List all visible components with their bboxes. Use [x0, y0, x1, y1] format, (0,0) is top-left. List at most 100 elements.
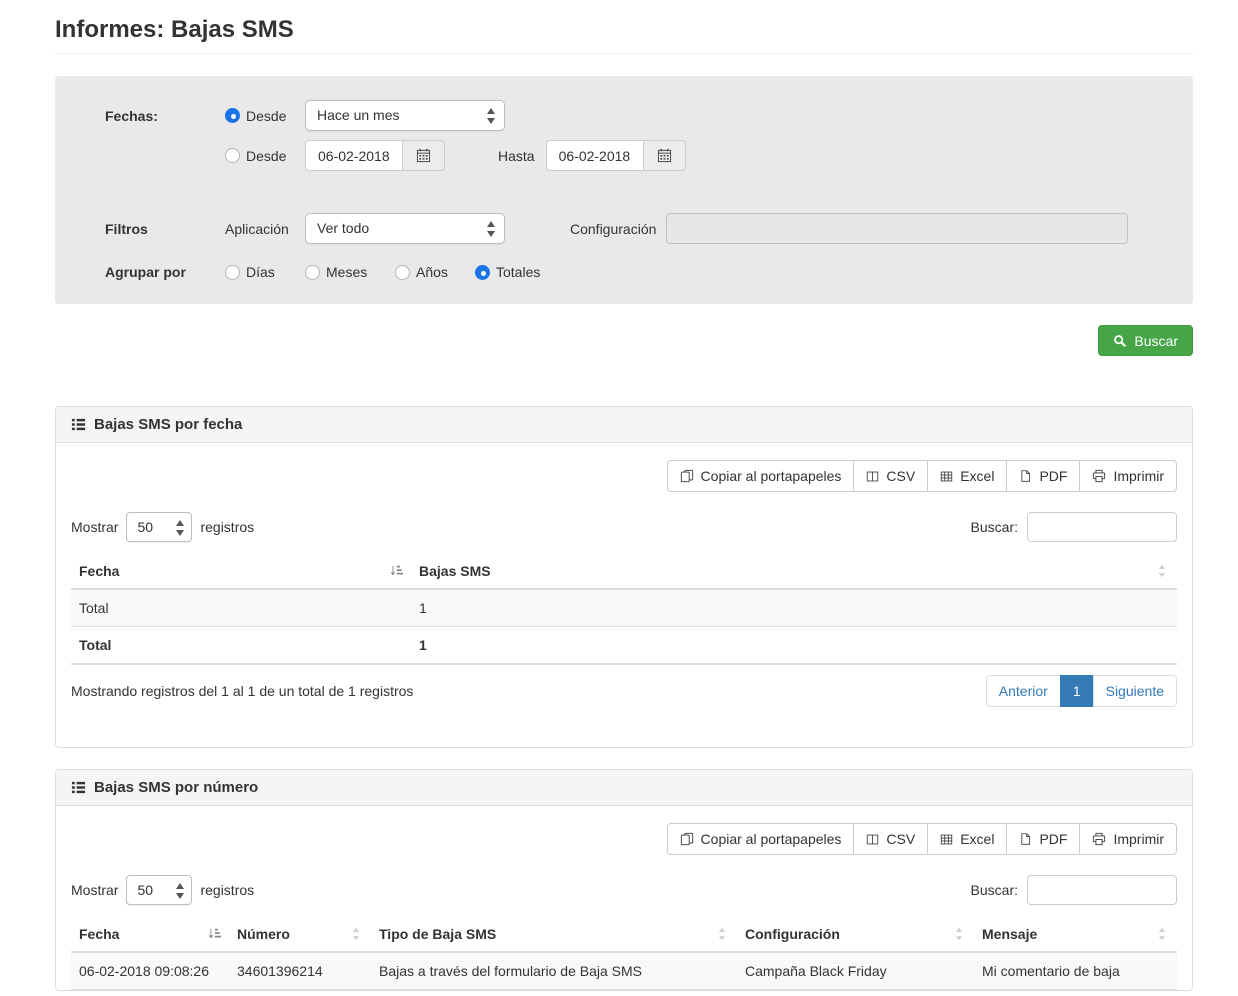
radio-totales-label: Totales	[496, 264, 540, 280]
date-from-calendar-button[interactable]	[402, 140, 445, 171]
sort-asc-icon	[207, 927, 221, 941]
sort-both-icon	[1155, 927, 1169, 941]
select-stepper-icon	[487, 221, 496, 237]
hasta-label: Hasta	[498, 148, 535, 164]
list-icon	[71, 780, 86, 795]
pagination-page-1-button[interactable]: 1	[1060, 675, 1094, 707]
excel-icon	[940, 833, 953, 846]
table-row[interactable]: Total 1	[71, 589, 1177, 627]
date-preset-select[interactable]: Hace un mes	[305, 100, 505, 131]
dates-label: Fechas:	[105, 108, 225, 124]
radio-meses[interactable]: Meses	[305, 264, 395, 280]
sort-both-icon	[349, 927, 363, 941]
dates-preset-row: Fechas: Desde Hace un mes	[75, 100, 1173, 131]
panel-bajas-por-numero: Bajas SMS por número Copiar al portapape…	[55, 769, 1193, 991]
page-title: Informes: Bajas SMS	[55, 0, 1193, 54]
panel-numero-heading: Bajas SMS por número	[56, 770, 1192, 806]
radio-icon[interactable]	[225, 265, 240, 280]
column-header-fecha[interactable]: Fecha	[71, 917, 229, 952]
date-to-input[interactable]	[546, 140, 643, 171]
filters-panel: Fechas: Desde Hace un mes Desde	[55, 76, 1193, 304]
copy-icon	[680, 832, 694, 846]
date-from-input[interactable]	[305, 140, 402, 171]
print-button[interactable]: Imprimir	[1079, 823, 1177, 855]
radio-totales[interactable]: Totales	[475, 264, 555, 280]
search-icon	[1113, 334, 1127, 348]
column-header-fecha[interactable]: Fecha	[71, 554, 411, 589]
date-to-calendar-button[interactable]	[643, 140, 686, 171]
aplicacion-select[interactable]: Ver todo	[305, 213, 505, 244]
print-button[interactable]: Imprimir	[1079, 460, 1177, 492]
pagination: Anterior 1 Siguiente	[986, 675, 1177, 707]
page-length-select[interactable]: 50	[126, 875, 192, 905]
mostrar-label: Mostrar	[71, 882, 118, 898]
dates-range-row: Desde Hasta	[75, 140, 1173, 171]
table-search-input[interactable]	[1027, 512, 1177, 542]
buscar-button[interactable]: Buscar	[1098, 325, 1193, 356]
buscar-button-label: Buscar	[1134, 333, 1178, 349]
calendar-icon	[657, 148, 672, 163]
copy-icon	[680, 469, 694, 483]
search-action-row: Buscar	[55, 325, 1193, 356]
table-search-control: Buscar:	[971, 875, 1177, 905]
column-header-configuracion[interactable]: Configuración	[737, 917, 974, 952]
select-stepper-icon	[176, 520, 185, 536]
column-header-mensaje[interactable]: Mensaje	[974, 917, 1177, 952]
radio-dias[interactable]: Días	[225, 264, 305, 280]
excel-icon	[940, 470, 953, 483]
table-footer-row: Total 1	[71, 627, 1177, 665]
select-stepper-icon	[487, 108, 496, 124]
configuracion-label: Configuración	[570, 221, 656, 237]
radio-desde-preset[interactable]: Desde	[225, 108, 305, 124]
pdf-button[interactable]: PDF	[1006, 823, 1080, 855]
buscar-field-label: Buscar:	[971, 882, 1018, 898]
copy-button[interactable]: Copiar al portapapeles	[667, 460, 855, 492]
sort-asc-icon	[389, 564, 403, 578]
page-length-control: Mostrar 50 registros	[71, 875, 254, 905]
radio-icon[interactable]	[305, 265, 320, 280]
aplicacion-value: Ver todo	[317, 220, 369, 236]
bajas-por-numero-table: Fecha Número Tipo de Baja SMS Confi	[71, 917, 1177, 990]
table-row[interactable]: 06-02-2018 09:08:26 34601396214 Bajas a …	[71, 952, 1177, 990]
radio-icon[interactable]	[475, 265, 490, 280]
panel-numero-title: Bajas SMS por número	[94, 779, 258, 796]
table-search-control: Buscar:	[971, 512, 1177, 542]
radio-icon[interactable]	[395, 265, 410, 280]
page-length-select[interactable]: 50	[126, 512, 192, 542]
aplicacion-label: Aplicación	[225, 221, 305, 237]
column-header-bajas-sms[interactable]: Bajas SMS	[411, 554, 1177, 589]
column-header-tipo[interactable]: Tipo de Baja SMS	[371, 917, 737, 952]
agrupar-label: Agrupar por	[105, 264, 225, 280]
configuracion-input[interactable]	[666, 213, 1128, 244]
pdf-icon	[1019, 832, 1032, 846]
panel-fecha-heading: Bajas SMS por fecha	[56, 407, 1192, 443]
filtros-row: Filtros Aplicación Ver todo Configuració…	[75, 213, 1173, 244]
table-search-input[interactable]	[1027, 875, 1177, 905]
export-toolbar: Copiar al portapapeles CSV Excel PDF	[71, 460, 1177, 492]
pagination-prev-button[interactable]: Anterior	[986, 675, 1061, 707]
radio-desde-range-label: Desde	[246, 148, 286, 164]
registros-label: registros	[200, 882, 254, 898]
csv-icon	[866, 470, 879, 483]
csv-button[interactable]: CSV	[853, 823, 928, 855]
select-stepper-icon	[176, 883, 185, 899]
pagination-next-button[interactable]: Siguiente	[1093, 675, 1177, 707]
sort-both-icon	[952, 927, 966, 941]
printer-icon	[1092, 469, 1106, 483]
panel-bajas-por-fecha: Bajas SMS por fecha Copiar al portapapel…	[55, 406, 1193, 748]
sort-both-icon	[715, 927, 729, 941]
copy-button[interactable]: Copiar al portapapeles	[667, 823, 855, 855]
excel-button[interactable]: Excel	[927, 823, 1007, 855]
excel-button[interactable]: Excel	[927, 460, 1007, 492]
radio-icon[interactable]	[225, 108, 240, 123]
date-to-group	[546, 140, 686, 171]
radio-meses-label: Meses	[326, 264, 367, 280]
column-header-numero[interactable]: Número	[229, 917, 371, 952]
pdf-button[interactable]: PDF	[1006, 460, 1080, 492]
csv-button[interactable]: CSV	[853, 460, 928, 492]
radio-icon[interactable]	[225, 148, 240, 163]
page-length-control: Mostrar 50 registros	[71, 512, 254, 542]
radio-anos[interactable]: Años	[395, 264, 475, 280]
radio-desde-range[interactable]: Desde	[225, 148, 305, 164]
csv-icon	[866, 833, 879, 846]
